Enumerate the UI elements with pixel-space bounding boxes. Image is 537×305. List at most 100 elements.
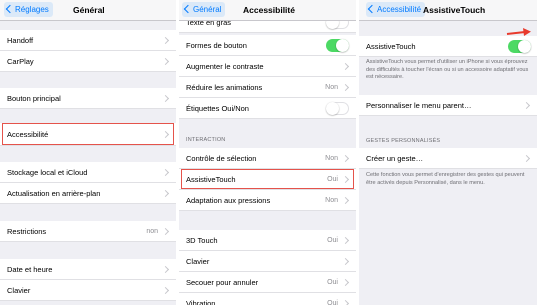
navigation-bar: Général Accessibilité (179, 0, 356, 21)
row-value: Non (325, 197, 338, 204)
button-shapes-toggle[interactable] (326, 39, 349, 52)
back-button-label: Accessibilité (377, 5, 422, 14)
chevron-right-icon (161, 265, 170, 274)
navigation-bar: Accessibilité AssistiveTouch (359, 0, 537, 21)
chevron-right-icon (341, 257, 350, 266)
chevron-right-icon (341, 236, 350, 245)
page-title: AssistiveTouch (423, 5, 486, 15)
back-button-label: Général (193, 5, 222, 14)
row-reduire-animations[interactable]: Réduire les animations Non (179, 77, 356, 98)
section-header-interaction: INTERACTION (186, 137, 226, 143)
row-label: CarPlay (7, 57, 34, 66)
chevron-right-icon (341, 278, 350, 287)
chevron-right-icon (522, 101, 531, 110)
row-etiquettes-oui-non[interactable]: Étiquettes Oui/Non (179, 98, 356, 119)
chevron-right-icon (341, 154, 350, 163)
red-arrow-icon (506, 28, 531, 36)
assistivetouch-toggle[interactable] (508, 40, 531, 53)
chevron-right-icon (341, 62, 350, 71)
toggle-knob (518, 40, 531, 53)
chevron-left-icon (5, 4, 15, 14)
assistivetouch-panel: Accessibilité AssistiveTouch AssistiveTo… (359, 0, 537, 305)
row-date-heure[interactable]: Date et heure (0, 259, 176, 280)
row-label: AssistiveTouch (366, 42, 416, 51)
row-label: Actualisation en arrière-plan (7, 189, 101, 198)
chevron-right-icon (161, 227, 170, 236)
back-button-accessibilite[interactable]: Accessibilité (366, 2, 426, 17)
row-label: Vibration (186, 299, 216, 305)
row-personnaliser-menu[interactable]: Personnaliser le menu parent… (359, 95, 537, 116)
row-augmenter-contraste[interactable]: Augmenter le contraste (179, 56, 356, 77)
row-label: Clavier (7, 286, 31, 295)
chevron-right-icon (161, 189, 170, 198)
row-clavier[interactable]: Clavier (179, 251, 356, 272)
row-actualisation[interactable]: Actualisation en arrière-plan (0, 183, 176, 204)
chevron-right-icon (161, 168, 170, 177)
row-label: Personnaliser le menu parent… (366, 101, 472, 110)
row-vibration[interactable]: Vibration Oui (179, 293, 356, 305)
chevron-right-icon (161, 57, 170, 66)
back-button-label: Réglages (15, 5, 49, 14)
row-stockage[interactable]: Stockage local et iCloud (0, 162, 176, 183)
gestures-description: Cette fonction vous permet d'enregistrer… (366, 172, 525, 186)
chevron-right-icon (341, 83, 350, 92)
row-3d-touch[interactable]: 3D Touch Oui (179, 230, 356, 251)
row-value: Oui (327, 279, 338, 286)
row-value: Non (325, 84, 338, 91)
row-value: Oui (327, 237, 338, 244)
row-bouton-principal[interactable]: Bouton principal (0, 88, 176, 109)
page-title: Général (73, 5, 105, 15)
row-clavier[interactable]: Clavier (0, 280, 176, 301)
section-header-gestures: GESTES PERSONNALISÉS (366, 138, 441, 144)
chevron-right-icon (161, 286, 170, 295)
row-label: Formes de bouton (186, 41, 247, 50)
row-controle-selection[interactable]: Contrôle de sélection Non (179, 148, 356, 169)
row-assistivetouch-toggle[interactable]: AssistiveTouch (359, 36, 537, 57)
row-label: Étiquettes Oui/Non (186, 104, 249, 113)
accessibility-panel: Texte en gras Général Accessibilité Form… (179, 0, 356, 305)
row-label: Bouton principal (7, 94, 61, 103)
chevron-left-icon (367, 4, 377, 14)
back-button-general[interactable]: Général (182, 2, 226, 17)
row-label: Réduire les animations (186, 83, 263, 92)
row-label: Handoff (7, 36, 34, 45)
row-label: Contrôle de sélection (186, 154, 257, 163)
row-creer-geste[interactable]: Créer un geste… (359, 148, 537, 169)
row-handoff[interactable]: Handoff (0, 30, 176, 51)
chevron-right-icon (341, 175, 350, 184)
row-label: Secouer pour annuler (186, 278, 259, 287)
on-off-labels-toggle[interactable] (326, 102, 349, 115)
row-label: AssistiveTouch (186, 175, 236, 184)
chevron-right-icon (522, 154, 531, 163)
toggle-knob (336, 39, 349, 52)
row-label: Clavier (186, 257, 210, 266)
row-label: Créer un geste… (366, 154, 424, 163)
page-title: Accessibilité (243, 5, 295, 15)
row-restrictions[interactable]: Restrictions non (0, 221, 176, 242)
chevron-right-icon (161, 36, 170, 45)
row-label: Accessibilité (7, 130, 49, 139)
row-value: Non (325, 155, 338, 162)
chevron-right-icon (161, 94, 170, 103)
row-accessibilite[interactable]: Accessibilité (0, 123, 176, 146)
row-label: Adaptation aux pressions (186, 196, 271, 205)
row-adaptation-pressions[interactable]: Adaptation aux pressions Non (179, 190, 356, 211)
row-value: non (146, 228, 158, 235)
toggle-knob (326, 102, 339, 115)
row-label: Restrictions (7, 227, 47, 236)
row-label: Augmenter le contraste (186, 62, 264, 71)
general-panel: Réglages Général Handoff CarPlay Bouton … (0, 0, 176, 305)
chevron-right-icon (341, 196, 350, 205)
row-label: Date et heure (7, 265, 53, 274)
row-carplay[interactable]: CarPlay (0, 51, 176, 72)
chevron-right-icon (341, 299, 350, 305)
chevron-left-icon (183, 4, 193, 14)
row-label: 3D Touch (186, 236, 218, 245)
row-secouer-annuler[interactable]: Secouer pour annuler Oui (179, 272, 356, 293)
row-formes-de-bouton[interactable]: Formes de bouton (179, 35, 356, 56)
assistivetouch-description: AssistiveTouch vous permet d'utiliser un… (366, 59, 529, 80)
row-value: Oui (327, 300, 338, 305)
row-assistivetouch[interactable]: AssistiveTouch Oui (179, 169, 356, 190)
back-button-reglages[interactable]: Réglages (4, 2, 53, 17)
chevron-right-icon (161, 130, 170, 139)
